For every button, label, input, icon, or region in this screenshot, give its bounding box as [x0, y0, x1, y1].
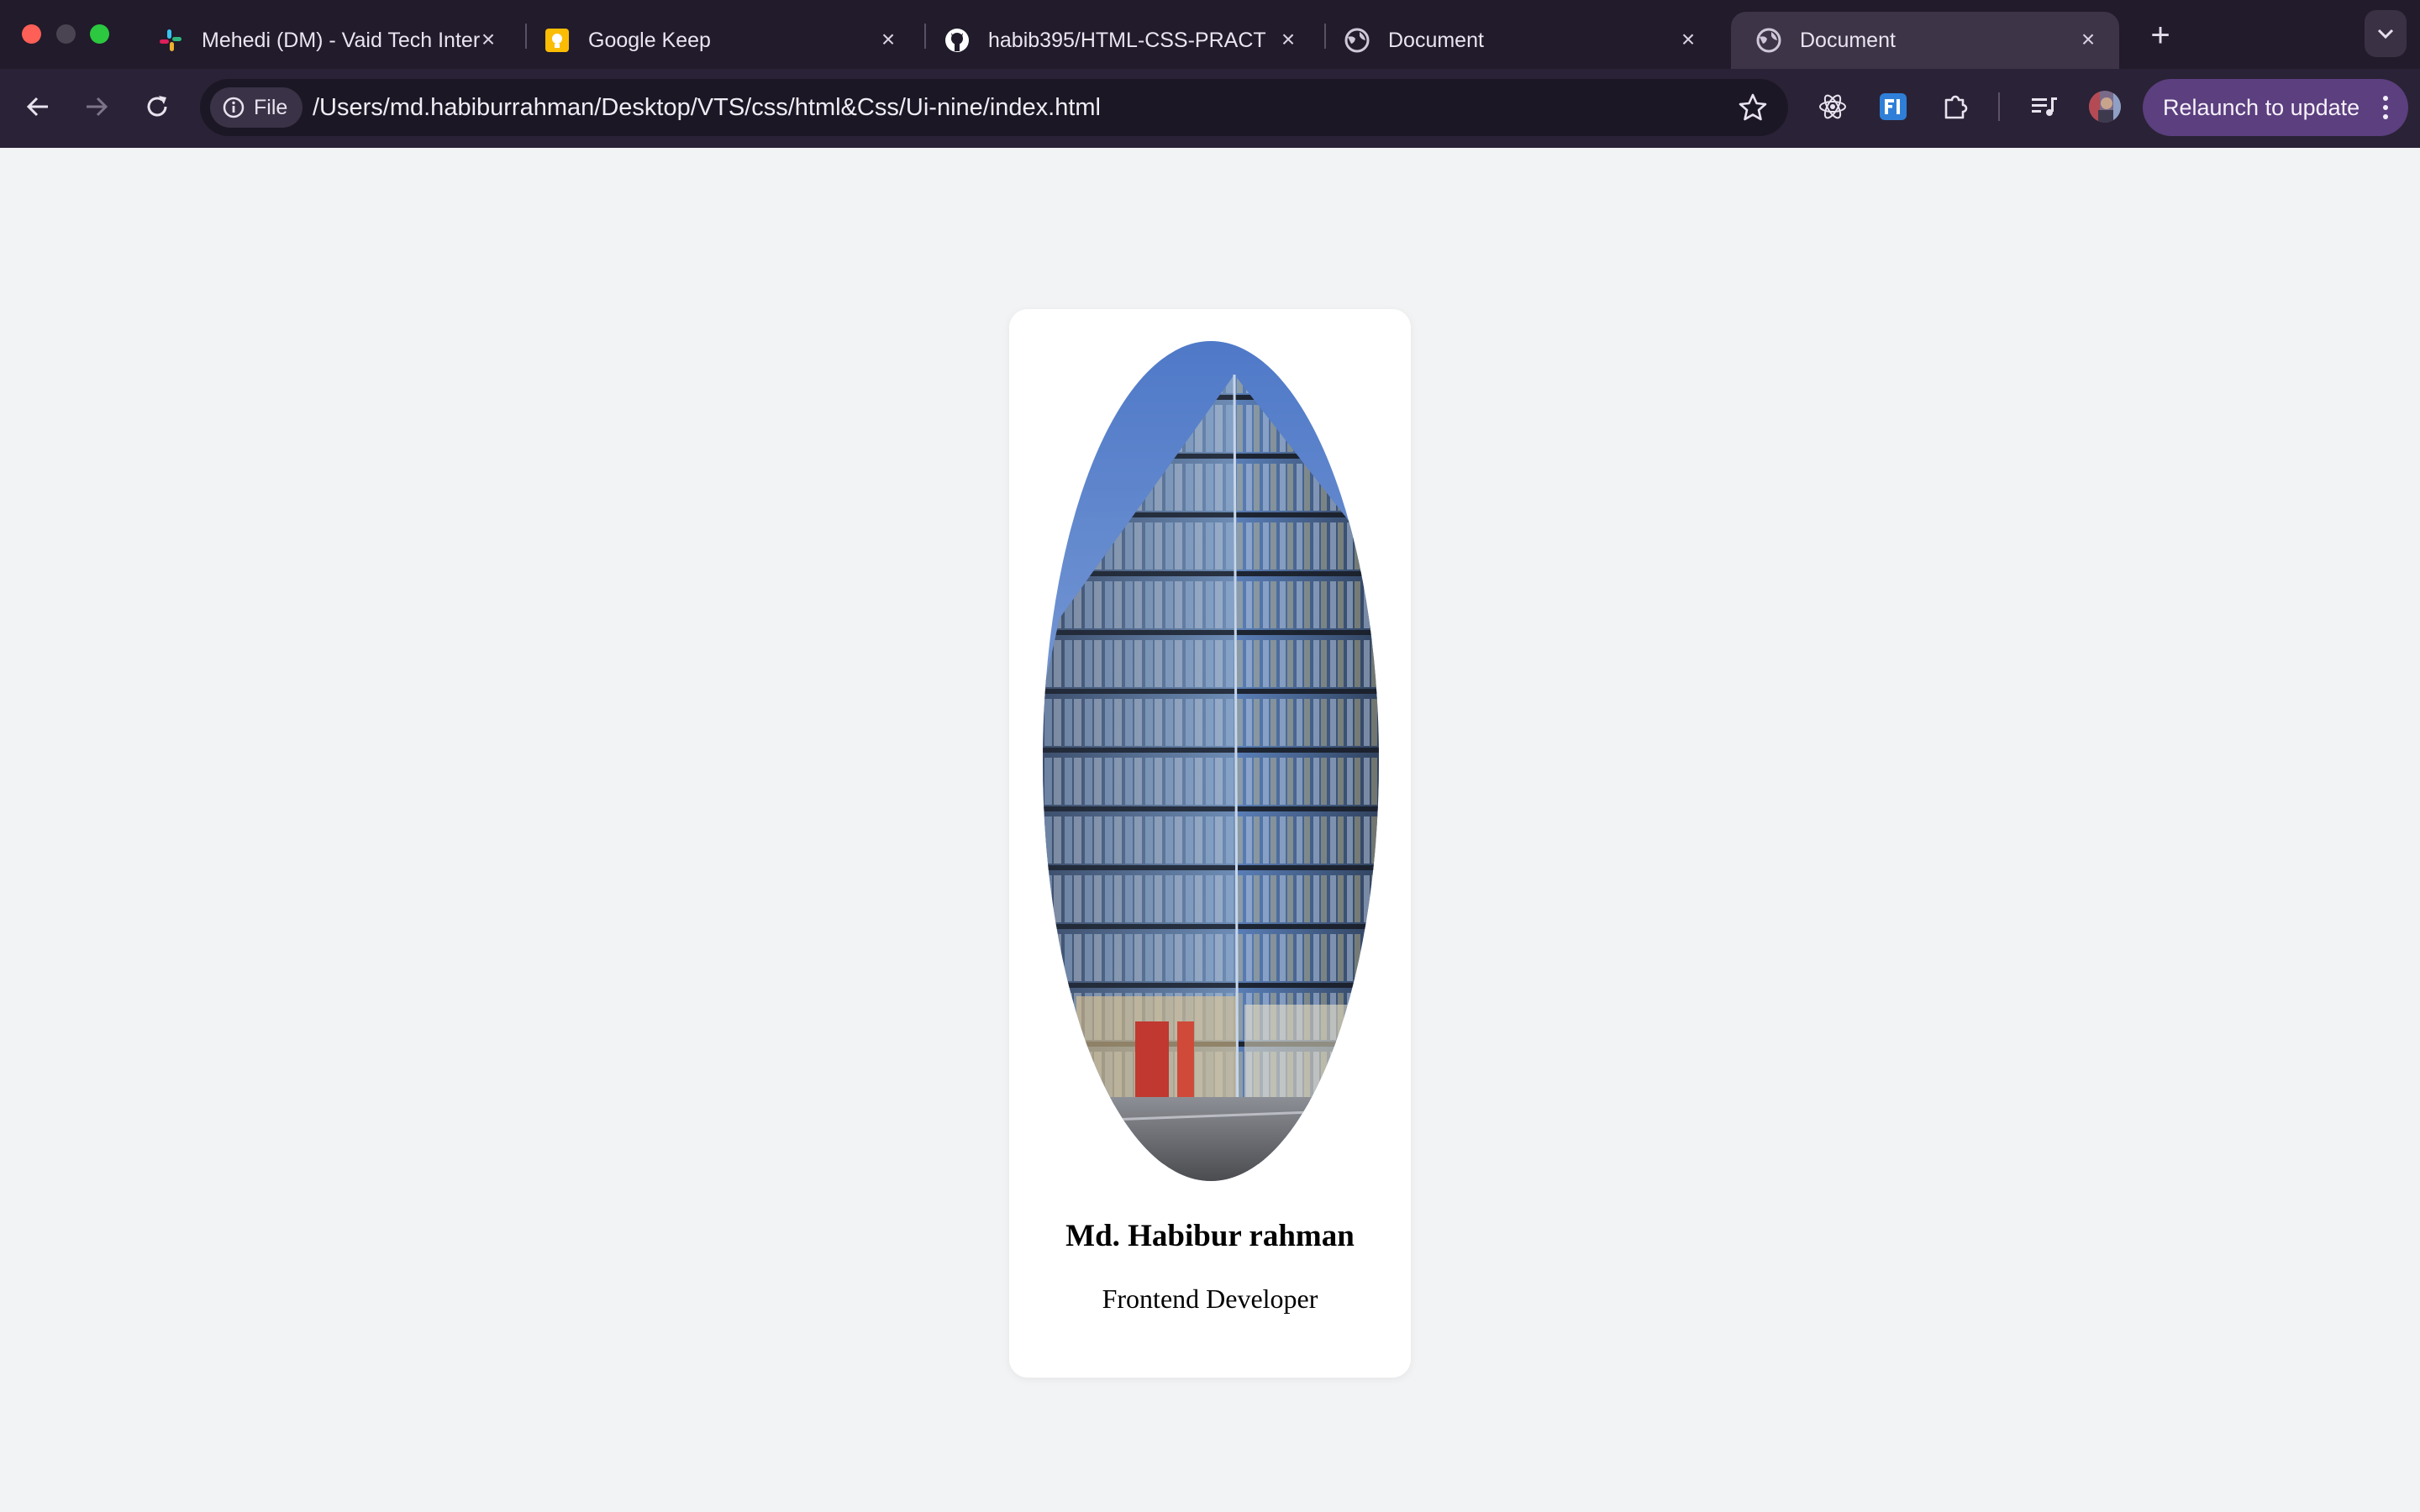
info-icon: [223, 97, 245, 118]
tab-google-keep[interactable]: Google Keep ×: [519, 12, 919, 69]
reload-button[interactable]: [138, 87, 176, 126]
extensions-puzzle-icon[interactable]: [1938, 89, 1973, 124]
close-window-button[interactable]: [22, 24, 41, 44]
google-keep-icon: [544, 28, 570, 53]
tab-slack[interactable]: Mehedi (DM) - Vaid Tech Inter ×: [133, 12, 519, 69]
relaunch-to-update-button[interactable]: Relaunch to update: [2143, 79, 2408, 136]
tab-search-button[interactable]: [2365, 10, 2407, 57]
profile-role: Frontend Developer: [1102, 1284, 1318, 1314]
site-info-label: File: [254, 95, 288, 119]
tab-document[interactable]: Document ×: [1319, 12, 1719, 69]
tab-title: Mehedi (DM) - Vaid Tech Inter: [202, 28, 481, 52]
new-tab-button[interactable]: +: [2139, 17, 2181, 54]
fi-extension-icon[interactable]: [1876, 89, 1911, 124]
tab-title: Google Keep: [588, 28, 711, 52]
profile-avatar[interactable]: [2087, 89, 2123, 124]
close-tab-icon[interactable]: ×: [476, 26, 501, 52]
building-photo: [1043, 341, 1379, 1181]
react-devtools-icon[interactable]: [1815, 89, 1850, 124]
chevron-down-icon: [2377, 29, 2394, 39]
tab-document-active[interactable]: Document ×: [1731, 12, 2119, 69]
github-icon: [944, 28, 970, 53]
more-menu-icon[interactable]: [2383, 96, 2388, 119]
media-controls-icon[interactable]: [2027, 89, 2062, 124]
tab-title: Document: [1800, 28, 1896, 52]
toolbar-divider: [1998, 92, 2000, 121]
address-bar[interactable]: File /Users/md.habiburrahman/Desktop/VTS…: [200, 79, 1788, 136]
bookmark-star-icon[interactable]: [1738, 92, 1768, 123]
relaunch-label: Relaunch to update: [2163, 94, 2360, 120]
url-text[interactable]: /Users/md.habiburrahman/Desktop/VTS/css/…: [313, 79, 1101, 136]
arrow-right-icon: [87, 97, 108, 117]
tab-strip: Mehedi (DM) - Vaid Tech Inter × Google K…: [0, 0, 2420, 69]
slack-icon: [158, 28, 183, 53]
profile-name: Md. Habibur rahman: [1065, 1219, 1355, 1253]
close-tab-icon[interactable]: ×: [1276, 26, 1301, 52]
tab-title: Document: [1388, 28, 1484, 52]
tab-github[interactable]: habib395/HTML-CSS-PRACT ×: [919, 12, 1319, 69]
zoom-window-button[interactable]: [90, 24, 109, 44]
close-tab-icon[interactable]: ×: [2075, 26, 2101, 52]
back-button[interactable]: [18, 87, 57, 126]
site-info-chip[interactable]: File: [210, 87, 303, 128]
forward-button[interactable]: [77, 87, 116, 126]
minimize-window-button[interactable]: [56, 24, 76, 44]
globe-icon: [1344, 28, 1370, 53]
reload-icon: [147, 96, 167, 117]
close-tab-icon[interactable]: ×: [876, 26, 901, 52]
globe-icon: [1756, 28, 1781, 53]
profile-card: Md. Habibur rahman Frontend Developer: [1009, 309, 1411, 1378]
tab-title: habib395/HTML-CSS-PRACT: [988, 28, 1266, 52]
close-tab-icon[interactable]: ×: [1676, 26, 1701, 52]
arrow-left-icon: [26, 97, 48, 117]
browser-chrome: Mehedi (DM) - Vaid Tech Inter × Google K…: [0, 0, 2420, 148]
